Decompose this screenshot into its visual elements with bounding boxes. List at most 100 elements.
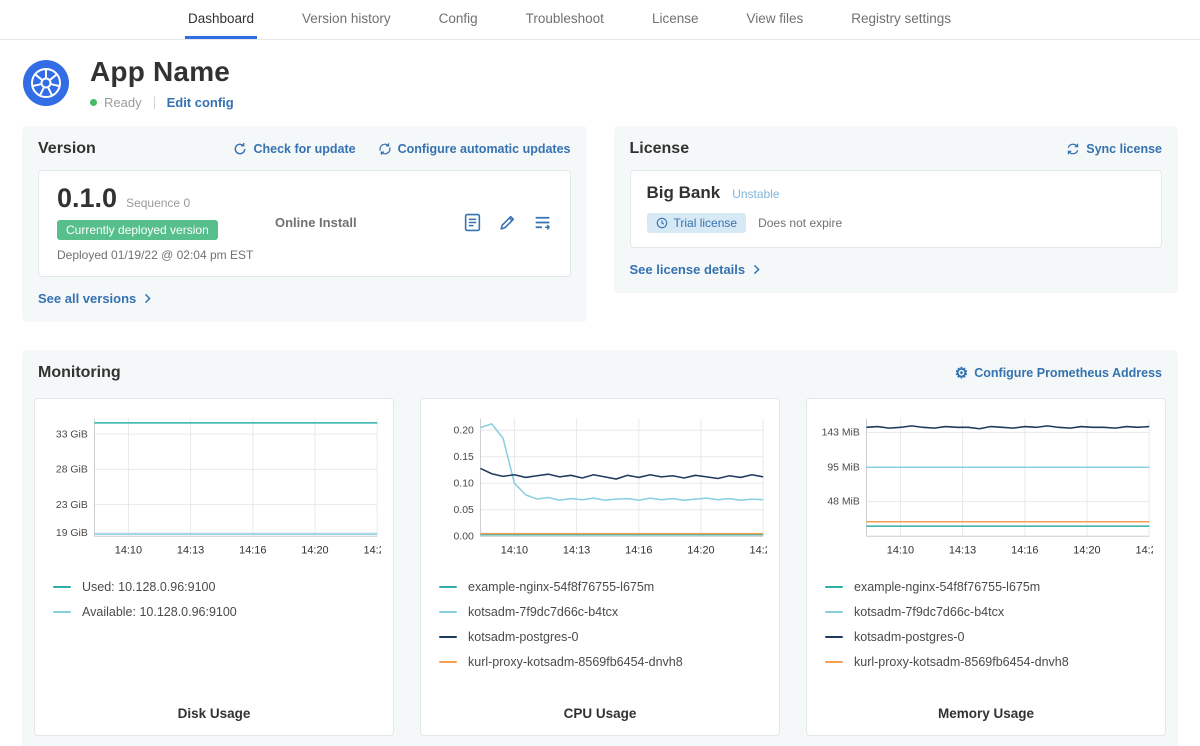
svg-text:0.15: 0.15 [454, 452, 474, 463]
memory-usage-chart: 14:10 14:13 14:16 14:20 14:23 48 MiB 95 MiB 143… [819, 411, 1153, 563]
disk-usage-panel: 14:1014:1314:1614:2014:2319 GiB23 GiB28 … [34, 398, 394, 736]
legend-label: kotsadm-7f9dc7d66c-b4tcx [854, 605, 1004, 619]
svg-text:14:20: 14:20 [1073, 544, 1100, 556]
svg-text:14:23: 14:23 [364, 544, 381, 556]
svg-text:14:20: 14:20 [301, 544, 328, 556]
monitoring-title: Monitoring [38, 364, 121, 382]
configure-prometheus-link[interactable]: ⚙ Configure Prometheus Address [955, 366, 1162, 381]
legend-swatch [439, 586, 457, 589]
version-card-title: Version [38, 140, 96, 158]
legend-label: kurl-proxy-kotsadm-8569fb6454-dnvh8 [468, 655, 683, 669]
see-license-details-link[interactable]: See license details [630, 262, 763, 277]
cpu-usage-chart: 14:1014:1314:1614:2014:230.000.050.100.1… [433, 411, 767, 563]
version-card: Version Check for update [22, 126, 587, 322]
configure-automatic-updates-link[interactable]: Configure automatic updates [378, 142, 571, 156]
charts-row: 14:1014:1314:1614:2014:2319 GiB23 GiB28 … [34, 398, 1166, 736]
see-all-versions-link[interactable]: See all versions [38, 291, 153, 306]
legend-swatch [53, 586, 71, 589]
svg-text:14:16: 14:16 [239, 544, 266, 556]
current-version-box: 0.1.0 Sequence 0 Currently deployed vers… [38, 170, 571, 277]
legend-label: kotsadm-postgres-0 [854, 630, 964, 644]
svg-text:14:10: 14:10 [887, 544, 914, 556]
release-notes-icon[interactable] [463, 213, 482, 232]
legend-swatch [825, 586, 843, 589]
svg-text:14:13: 14:13 [949, 544, 976, 556]
deployed-badge: Currently deployed version [57, 220, 218, 240]
legend-swatch [439, 636, 457, 639]
svg-text:143 MiB: 143 MiB [822, 428, 860, 439]
refresh-icon [233, 142, 247, 156]
legend-label: example-nginx-54f8f76755-l675m [854, 580, 1040, 594]
legend-label: Available: 10.128.0.96:9100 [82, 605, 237, 619]
license-card-title: License [630, 140, 690, 158]
top-nav: Dashboard Version history Config Trouble… [0, 0, 1200, 40]
license-card: License Sync license Big Bank Unstable [614, 126, 1179, 293]
svg-text:14:23: 14:23 [1136, 544, 1153, 556]
legend-item: example-nginx-54f8f76755-l675m [439, 580, 767, 594]
legend-item: kotsadm-7f9dc7d66c-b4tcx [825, 605, 1153, 619]
cpu-usage-legend: example-nginx-54f8f76755-l675m kotsadm-7f… [433, 569, 767, 680]
sync-license-link[interactable]: Sync license [1066, 142, 1162, 156]
legend-label: kotsadm-postgres-0 [468, 630, 578, 644]
legend-swatch [825, 611, 843, 614]
page-title: App Name [90, 56, 234, 88]
svg-text:14:16: 14:16 [625, 544, 652, 556]
disk-usage-legend: Used: 10.128.0.96:9100 Available: 10.128.… [47, 569, 381, 630]
svg-text:14:23: 14:23 [750, 544, 767, 556]
disk-usage-title: Disk Usage [47, 698, 381, 721]
legend-swatch [439, 611, 457, 614]
app-header: App Name Ready Edit config [0, 40, 1200, 120]
svg-text:14:10: 14:10 [115, 544, 142, 556]
gear-icon: ⚙ [955, 366, 968, 381]
legend-label: kurl-proxy-kotsadm-8569fb6454-dnvh8 [854, 655, 1069, 669]
legend-item: kurl-proxy-kotsadm-8569fb6454-dnvh8 [825, 655, 1153, 669]
tab-license[interactable]: License [649, 0, 702, 39]
kubernetes-logo-icon [22, 59, 70, 107]
legend-item: Available: 10.128.0.96:9100 [53, 605, 381, 619]
svg-text:19 GiB: 19 GiB [56, 528, 88, 539]
status-dot [90, 99, 97, 106]
memory-usage-legend: example-nginx-54f8f76755-l675m kotsadm-7f… [819, 569, 1153, 680]
svg-text:33 GiB: 33 GiB [56, 429, 88, 440]
svg-text:48 MiB: 48 MiB [827, 497, 859, 508]
svg-text:14:13: 14:13 [177, 544, 204, 556]
legend-label: kotsadm-7f9dc7d66c-b4tcx [468, 605, 618, 619]
svg-text:0.20: 0.20 [454, 426, 474, 437]
chevron-right-icon [142, 293, 153, 304]
legend-swatch [825, 636, 843, 639]
check-for-update-link[interactable]: Check for update [233, 142, 355, 156]
customer-name: Big Bank [647, 183, 721, 203]
cards-row: Version Check for update [22, 126, 1178, 322]
legend-swatch [439, 661, 457, 664]
legend-item: example-nginx-54f8f76755-l675m [825, 580, 1153, 594]
svg-text:14:10: 14:10 [501, 544, 528, 556]
clock-icon [656, 217, 668, 229]
legend-item: kotsadm-7f9dc7d66c-b4tcx [439, 605, 767, 619]
status-text: Ready [104, 95, 142, 110]
tab-view-files[interactable]: View files [743, 0, 806, 39]
svg-text:14:13: 14:13 [563, 544, 590, 556]
tab-version-history[interactable]: Version history [299, 0, 394, 39]
legend-item: kurl-proxy-kotsadm-8569fb6454-dnvh8 [439, 655, 767, 669]
monitoring-card: Monitoring ⚙ Configure Prometheus Addres… [22, 350, 1178, 746]
memory-usage-panel: 14:10 14:13 14:16 14:20 14:23 48 MiB 95 MiB 143… [806, 398, 1166, 736]
legend-swatch [53, 611, 71, 614]
chevron-right-icon [751, 264, 762, 275]
tab-troubleshoot[interactable]: Troubleshoot [523, 0, 607, 39]
tab-config[interactable]: Config [436, 0, 481, 39]
tab-registry-settings[interactable]: Registry settings [848, 0, 954, 39]
deployed-timestamp: Deployed 01/19/22 @ 02:04 pm EST [57, 248, 275, 262]
svg-text:23 GiB: 23 GiB [56, 500, 88, 511]
edit-yaml-icon[interactable] [498, 213, 517, 232]
legend-label: example-nginx-54f8f76755-l675m [468, 580, 654, 594]
cpu-usage-title: CPU Usage [433, 698, 767, 721]
svg-text:95 MiB: 95 MiB [827, 463, 859, 474]
edit-config-link[interactable]: Edit config [167, 95, 234, 110]
legend-item: Used: 10.128.0.96:9100 [53, 580, 381, 594]
tab-dashboard[interactable]: Dashboard [185, 0, 257, 39]
legend-item: kotsadm-postgres-0 [825, 630, 1153, 644]
svg-text:14:16: 14:16 [1011, 544, 1038, 556]
disk-usage-chart: 14:1014:1314:1614:2014:2319 GiB23 GiB28 … [47, 411, 381, 563]
channel-label: Unstable [732, 187, 779, 201]
deploy-logs-icon[interactable] [533, 213, 552, 232]
